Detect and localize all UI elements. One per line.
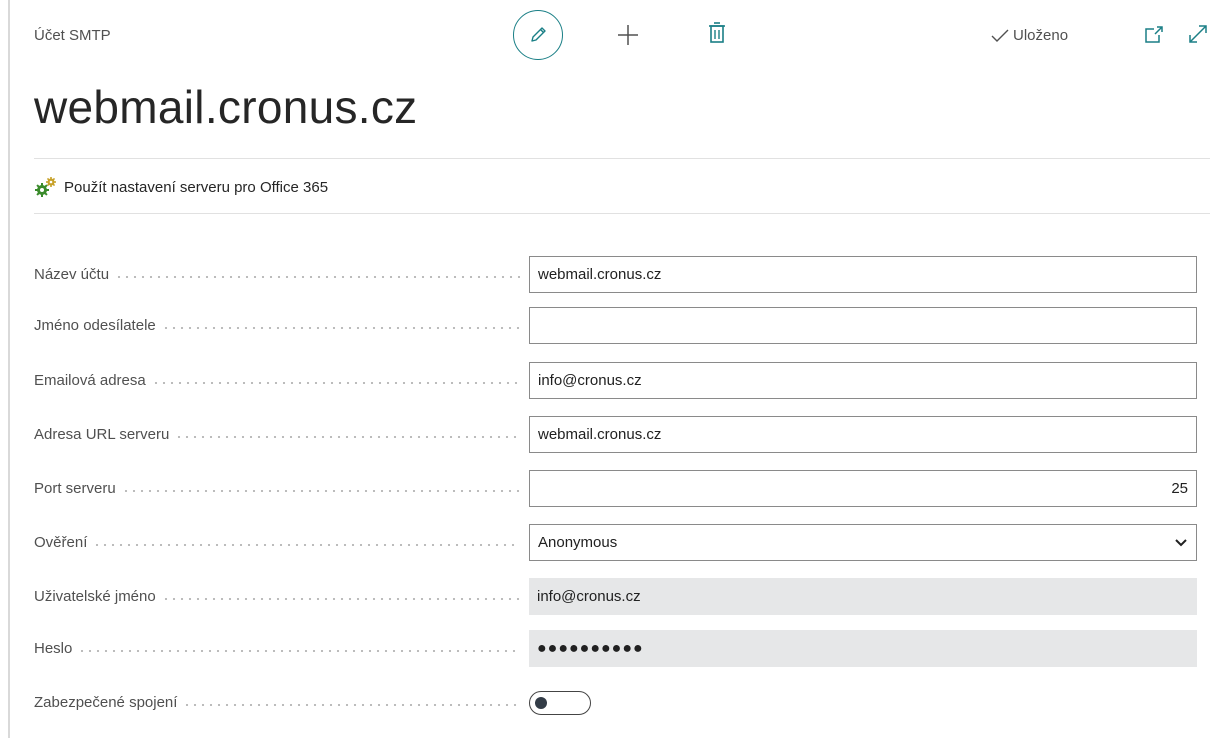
secure-connection-label: Zabezpečené spojení [34,694,178,711]
user-name-row: Uživatelské jméno info@cronus.cz [34,578,1210,615]
office365-settings-label: Použít nastavení serveru pro Office 365 [64,178,329,196]
page-title: webmail.cronus.cz [34,81,418,133]
page-caption: Účet SMTP [34,27,111,44]
title-divider [34,158,1210,159]
checkmark-icon [991,29,1009,42]
account-name-label: Název účtu [34,266,110,283]
authentication-row: Ověření Anonymous [34,524,1210,561]
edit-button[interactable] [513,10,563,60]
gears-icon [35,177,56,197]
email-address-label: Emailová adresa [34,372,146,389]
pencil-icon [531,27,546,42]
sender-name-field[interactable] [529,307,1197,344]
email-address-field[interactable]: info@cronus.cz [529,362,1197,399]
expand-button[interactable] [1186,22,1210,46]
sender-name-row: Jméno odesílatele [34,307,1210,344]
open-in-new-window-icon [1145,26,1163,43]
toggle-knob [535,696,547,709]
authentication-label: Ověření [34,534,88,551]
expand-icon [1189,25,1207,43]
authentication-select[interactable]: Anonymous [529,524,1197,561]
trash-icon [709,22,725,43]
email-address-row: Emailová adresa info@cronus.cz [34,362,1210,399]
office365-settings-action[interactable]: Použít nastavení serveru pro Office 365 [34,176,328,198]
password-row: Heslo ●●●●●●●●●● [34,630,1210,667]
open-in-new-window-button[interactable] [1143,24,1165,46]
server-port-row: Port serveru 25 [34,470,1210,507]
account-name-row: Název účtu webmail.cronus.cz [34,256,1210,293]
sender-name-label: Jméno odesílatele [34,317,156,334]
chevron-down-icon [1175,538,1187,546]
password-field: ●●●●●●●●●● [529,630,1197,667]
action-divider [34,213,1210,214]
server-url-row: Adresa URL serveru webmail.cronus.cz [34,416,1210,453]
user-name-field: info@cronus.cz [529,578,1197,615]
authentication-value: Anonymous [538,534,618,551]
delete-button[interactable] [705,20,729,48]
saved-status: Uloženo [990,27,1068,44]
page-left-border [8,0,10,738]
server-url-field[interactable]: webmail.cronus.cz [529,416,1197,453]
server-port-label: Port serveru [34,480,116,497]
server-port-field[interactable]: 25 [529,470,1197,507]
server-url-label: Adresa URL serveru [34,426,170,443]
secure-connection-toggle[interactable] [529,691,591,715]
user-name-label: Uživatelské jméno [34,588,156,605]
secure-connection-row: Zabezpečené spojení [34,684,1210,721]
saved-label: Uloženo [1013,27,1069,44]
password-label: Heslo [34,640,73,657]
new-button[interactable] [613,20,643,50]
account-name-field[interactable]: webmail.cronus.cz [529,256,1197,293]
plus-icon [618,25,638,45]
